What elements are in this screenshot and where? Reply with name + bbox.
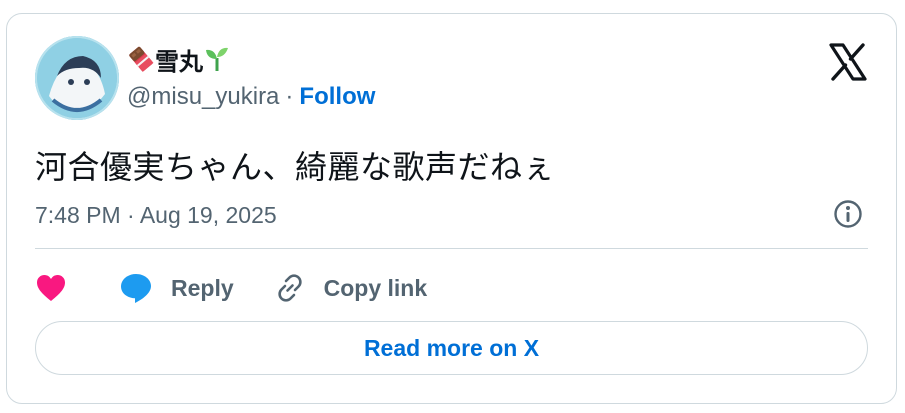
x-logo-icon[interactable] xyxy=(828,42,868,82)
tweet-text: 河合優実ちゃん、綺麗な歌声だねぇ xyxy=(35,148,556,186)
author-display-name: 雪丸 xyxy=(155,47,203,76)
avatar-illustration xyxy=(35,36,119,120)
read-more-label: Read more on X xyxy=(363,334,540,361)
heart-icon xyxy=(37,275,65,301)
copy-link-label: Copy link xyxy=(323,274,428,301)
copy-link-button[interactable]: Copy link xyxy=(274,272,428,304)
author-handle[interactable]: @misu_yukira xyxy=(127,83,279,111)
separator-dot: · xyxy=(285,83,294,110)
author-handle-row: @misu_yukira · Follow xyxy=(127,82,375,112)
action-bar: Reply Copy link xyxy=(35,266,427,310)
info-icon[interactable] xyxy=(832,198,864,230)
author-name-row[interactable]: 雪丸 xyxy=(127,42,375,76)
reply-label: Reply xyxy=(171,274,234,301)
like-button[interactable] xyxy=(35,273,67,303)
speech-bubble-icon xyxy=(121,274,151,303)
author-block: 雪丸 @misu_yukira · Follow xyxy=(127,42,375,112)
divider xyxy=(35,248,868,249)
tweet-timestamp[interactable]: 7:48 PM · Aug 19, 2025 xyxy=(35,202,277,229)
read-more-button[interactable]: Read more on X xyxy=(35,321,868,375)
avatar[interactable] xyxy=(35,36,119,120)
seedling-icon xyxy=(206,47,228,71)
reply-button[interactable]: Reply xyxy=(119,272,234,304)
tweet-embed-card: 雪丸 @misu_yukira · Follow 河合優実ちゃん、綺麗な歌声だね… xyxy=(6,13,897,404)
chocolate-bar-icon xyxy=(129,46,154,72)
link-icon xyxy=(277,274,302,302)
follow-button[interactable]: Follow xyxy=(299,83,375,111)
